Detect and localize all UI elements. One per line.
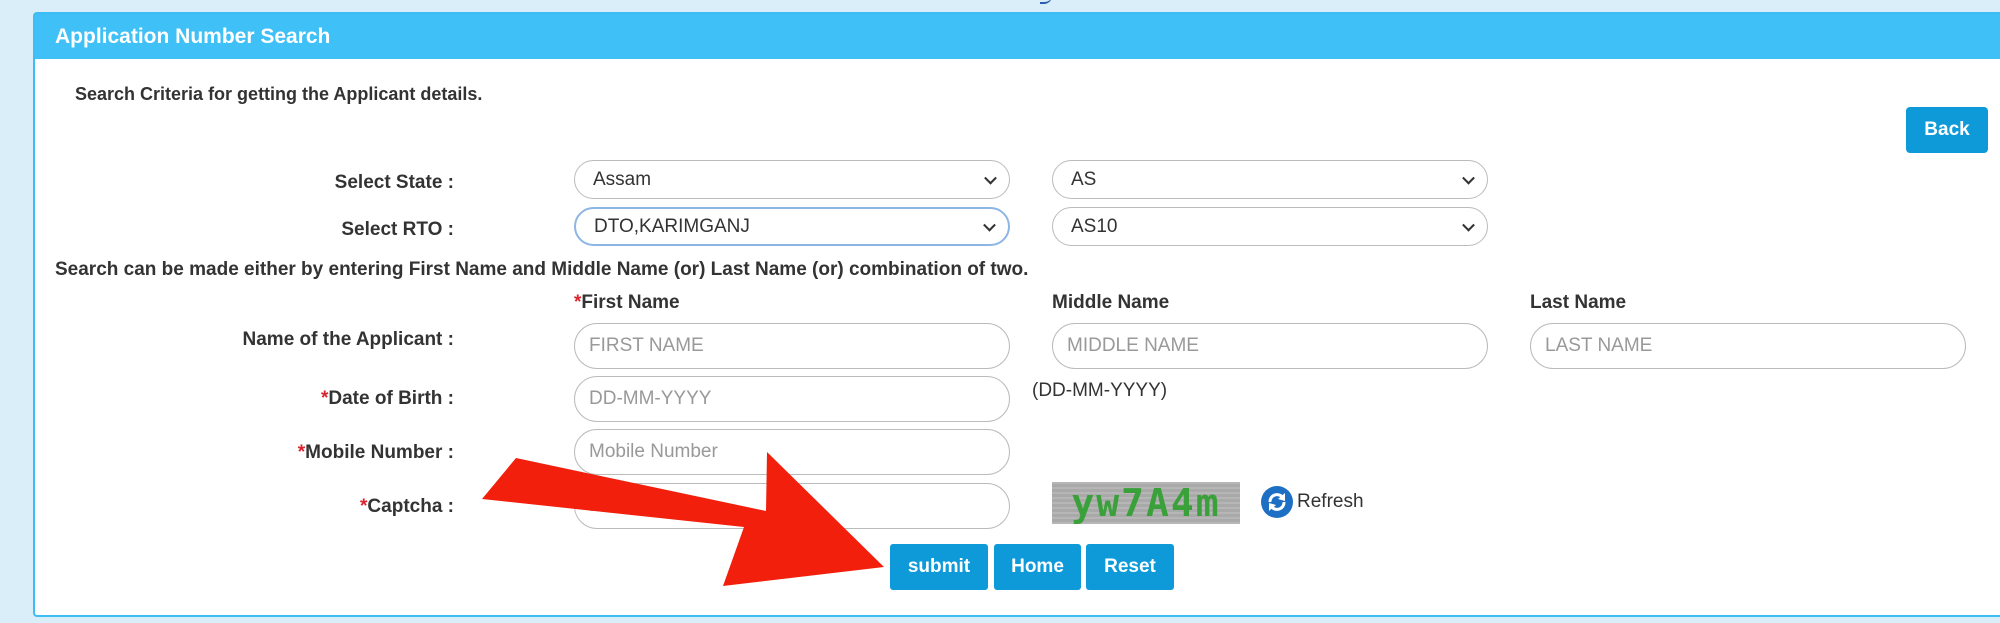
arrow-shape bbox=[482, 452, 884, 586]
annotation-arrow bbox=[482, 452, 884, 586]
